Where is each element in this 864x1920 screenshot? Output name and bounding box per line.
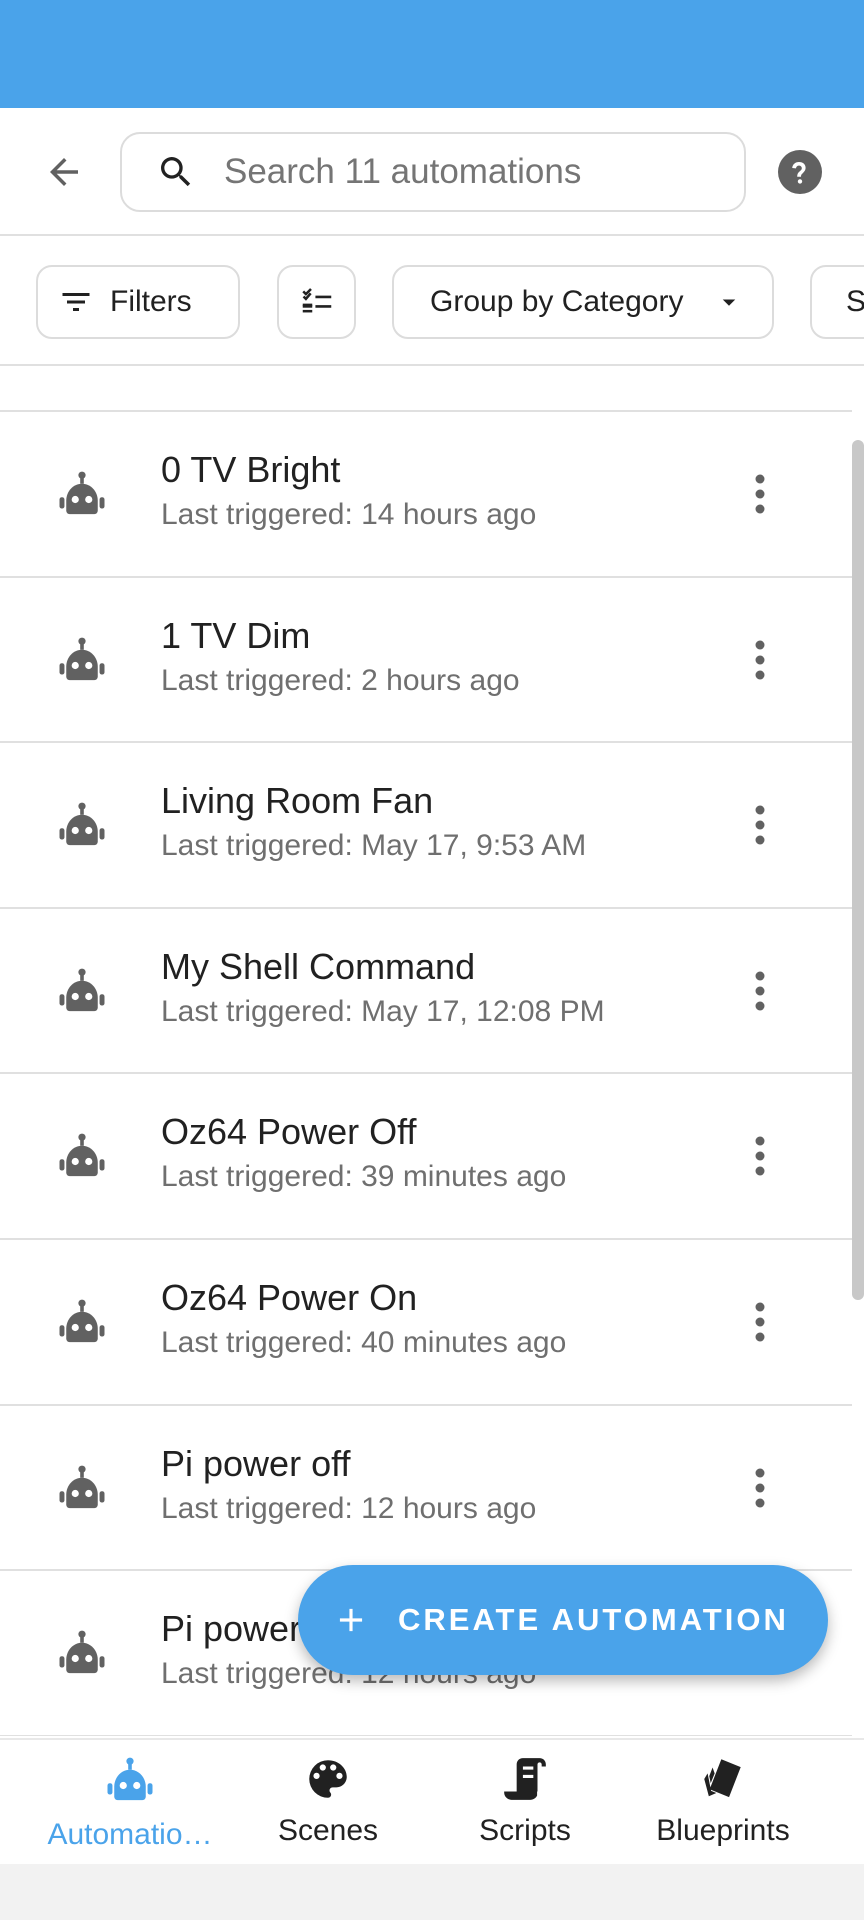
search-input[interactable]	[224, 152, 724, 192]
format-list-checks-icon	[301, 288, 331, 316]
menu-down-icon	[722, 299, 736, 306]
automation-name: Living Room Fan	[161, 780, 434, 822]
dots-vertical-icon	[755, 971, 765, 1011]
automation-last-triggered: Last triggered: 14 hours ago	[161, 498, 537, 531]
list-item[interactable]: My Shell Command Last triggered: May 17,…	[0, 908, 852, 1075]
overflow-menu-button[interactable]	[742, 630, 778, 690]
nav-label: Scripts	[479, 1814, 571, 1847]
list-item[interactable]: Pi power off Last triggered: 12 hours ag…	[0, 1405, 852, 1572]
automation-last-triggered: Last triggered: 12 hours ago	[161, 1491, 537, 1525]
automation-last-triggered: Last triggered: May 17, 9:53 AM	[161, 829, 587, 863]
overflow-menu-button[interactable]	[742, 795, 778, 855]
nav-blueprints[interactable]: Blueprints	[624, 1740, 822, 1864]
dots-vertical-icon	[755, 474, 765, 514]
top-app-bar	[0, 108, 864, 236]
automation-name: My Shell Command	[161, 945, 476, 987]
dots-vertical-icon	[755, 805, 765, 845]
nav-label: Automatio…	[47, 1818, 213, 1851]
group-by-dropdown[interactable]: Group by Category	[392, 265, 774, 339]
automations-list: 0 TV Bright Last triggered: 14 hours ago…	[0, 366, 852, 1736]
nav-scenes[interactable]: Scenes	[230, 1740, 426, 1864]
sort-dropdown[interactable]: S	[810, 265, 864, 339]
filters-label: Filters	[110, 285, 192, 318]
nav-automations[interactable]: Automatio…	[30, 1740, 230, 1864]
sort-label: S	[846, 285, 864, 319]
palette-icon	[309, 1760, 347, 1798]
list-item[interactable]: 0 TV Bright Last triggered: 14 hours ago	[0, 412, 852, 578]
status-bar	[0, 0, 864, 108]
nav-scripts[interactable]: Scripts	[426, 1740, 624, 1864]
list-item[interactable]: Living Room Fan Last triggered: May 17, …	[0, 743, 852, 909]
robot-icon	[59, 471, 105, 515]
overflow-menu-button[interactable]	[742, 1126, 778, 1186]
back-button[interactable]	[40, 148, 88, 196]
blueprint-icon	[704, 1759, 741, 1798]
automation-last-triggered: Last triggered: 40 minutes ago	[161, 1325, 567, 1359]
dots-vertical-icon	[755, 1302, 765, 1342]
nav-label: Blueprints	[656, 1814, 790, 1847]
overflow-menu-button[interactable]	[742, 1292, 778, 1352]
dots-vertical-icon	[755, 1136, 765, 1176]
list-item[interactable]: Oz64 Power Off Last triggered: 39 minute…	[0, 1074, 852, 1240]
automation-last-triggered: Last triggered: May 17, 12:08 PM	[161, 994, 605, 1028]
help-circle-icon	[778, 150, 822, 194]
search-icon	[161, 157, 191, 187]
robot-icon	[59, 968, 105, 1011]
bottom-navigation: Automatio… Scenes Scripts Blueprints	[0, 1738, 864, 1864]
automation-name: Pi power off	[161, 1442, 351, 1484]
selection-mode-button[interactable]	[277, 265, 356, 339]
automation-last-triggered: Last triggered: 2 hours ago	[161, 663, 520, 697]
filters-button[interactable]: Filters	[36, 265, 240, 339]
automation-last-triggered: Last triggered: 39 minutes ago	[161, 1160, 567, 1194]
robot-icon	[59, 637, 105, 680]
help-button[interactable]	[776, 148, 824, 196]
overflow-menu-button[interactable]	[742, 464, 778, 524]
robot-icon	[59, 802, 105, 846]
robot-icon	[59, 1133, 105, 1177]
scrollbar[interactable]	[852, 440, 864, 1300]
dots-vertical-icon	[755, 1468, 765, 1508]
search-box[interactable]	[120, 132, 746, 212]
group-header	[0, 366, 852, 412]
list-item[interactable]: 1 TV Dim Last triggered: 2 hours ago	[0, 577, 852, 744]
system-navigation-bar	[0, 1864, 864, 1920]
plus-icon	[339, 1608, 363, 1632]
create-automation-button[interactable]: CREATE AUTOMATION	[298, 1565, 828, 1675]
robot-icon	[59, 1630, 105, 1674]
group-by-label: Group by Category	[430, 285, 684, 318]
robot-icon	[59, 1465, 105, 1508]
overflow-menu-button[interactable]	[742, 1458, 778, 1518]
nav-label: Scenes	[277, 1814, 379, 1847]
automation-name: Oz64 Power Off	[161, 1111, 417, 1153]
create-automation-label: CREATE AUTOMATION	[398, 1602, 789, 1637]
list-item[interactable]: Oz64 Power On Last triggered: 40 minutes…	[0, 1239, 852, 1406]
overflow-menu-button[interactable]	[742, 961, 778, 1021]
arrow-left-icon	[50, 158, 78, 186]
filter-icon	[62, 293, 90, 311]
robot-icon	[107, 1757, 153, 1801]
script-icon	[504, 1758, 546, 1800]
dots-vertical-icon	[755, 640, 765, 680]
automation-name: Oz64 Power On	[161, 1276, 418, 1318]
automation-name: 1 TV Dim	[161, 614, 311, 656]
automation-name: 0 TV Bright	[161, 449, 341, 490]
robot-icon	[59, 1299, 105, 1343]
filter-bar: Filters Group by Category S	[0, 238, 864, 366]
